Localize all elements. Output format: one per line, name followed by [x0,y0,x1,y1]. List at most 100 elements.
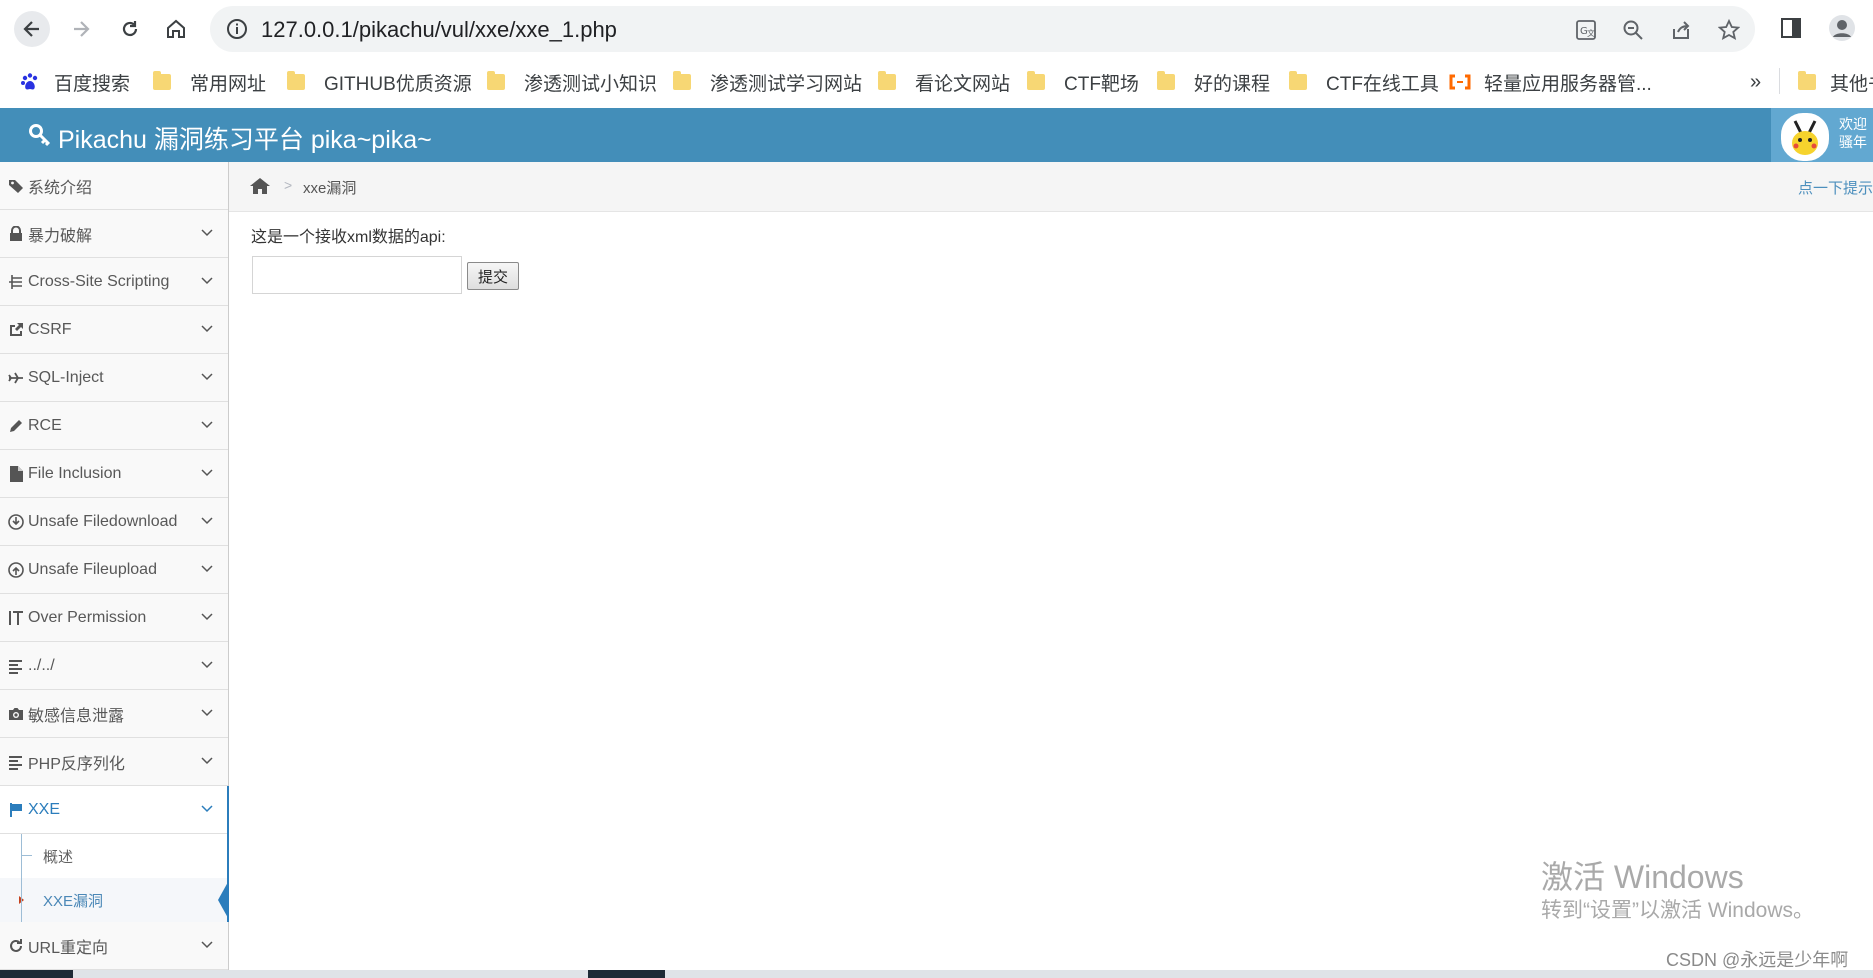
back-button[interactable] [14,11,50,47]
csdn-watermark: CSDN @永远是少年啊 [1666,950,1849,970]
chevron-down-icon [201,757,213,765]
bookmarks-bar: 百度搜索 常用网址 GITHUB优质资源 渗透测试小知识 渗透测试学习网站 看论… [0,58,1873,109]
sidebar-item-php-unserialize[interactable]: PHP反序列化 [0,738,228,786]
sidebar: 系统介绍 暴力破解 Cross-Site Scripting CSRF SQL-… [0,162,229,978]
forward-button[interactable] [63,11,99,47]
sidebar-item-label: 敏感信息泄露 [28,707,125,725]
bookmarks-overflow-button[interactable]: » [1750,68,1761,96]
info-icon[interactable] [226,18,248,40]
sidebar-item-rce[interactable]: RCE [0,402,228,450]
camera-icon [8,706,24,722]
side-panel-icon[interactable] [1779,16,1803,40]
home-button[interactable] [158,11,194,47]
sidebar-item-sql-inject[interactable]: SQL-Inject [0,354,228,402]
sidebar-item-label: Cross-Site Scripting [28,272,170,290]
sidebar-item-label: XXE [28,800,61,818]
breadcrumb-separator: > [284,177,293,193]
translate-icon[interactable]: G文 [1575,19,1597,41]
tree-line [21,834,22,922]
sidebar-item-unsafe-fileupload[interactable]: Unsafe Fileupload [0,546,228,594]
sidebar-subitem-overview[interactable]: 概述 [0,834,228,879]
taskbar-item[interactable] [73,970,588,978]
share-square-icon [8,322,24,338]
other-bookmarks[interactable]: 其他书 [1798,68,1873,96]
reload-icon [122,21,138,37]
download-icon [8,513,24,530]
profile-avatar-icon[interactable] [1828,14,1856,42]
sidebar-item-label: 系统介绍 [28,179,93,197]
chevron-down-icon [201,709,213,717]
bookmark-divider [1779,68,1780,94]
sidebar-item-file-inclusion[interactable]: File Inclusion [0,450,228,498]
sidebar-item-label: 暴力破解 [28,227,93,245]
sidebar-item-label: Over Permission [28,608,147,626]
arrow-right-icon [74,21,90,37]
home-icon[interactable] [249,177,271,195]
sidebar-subitem-xxe-vuln[interactable]: XXE漏洞 [0,878,228,923]
chevron-down-icon [201,613,213,621]
bookmark-folder[interactable]: 好的课程 [1157,68,1270,96]
sidebar-item-info-leak[interactable]: 敏感信息泄露 [0,690,228,738]
lock-icon [8,225,24,242]
bookmark-label: 常用网址 [190,73,267,95]
text-height-icon [8,610,24,626]
home-icon [167,19,185,38]
sidebar-item-label: File Inclusion [28,464,122,482]
app-title[interactable]: Pikachu 漏洞练习平台 pika~pika~ [58,120,432,156]
align-left-icon [8,754,24,770]
sidebar-item-url-redirect[interactable]: URL重定向 [0,922,228,970]
bookmark-folder[interactable]: 常用网址 [153,68,266,96]
folder-icon [1157,71,1175,90]
bookmark-baidu[interactable]: 百度搜索 [20,68,130,96]
bookmark-folder[interactable]: CTF在线工具 [1289,68,1439,96]
bookmark-star-icon[interactable] [1718,19,1740,41]
sidebar-item-xxe[interactable]: XXE [0,786,228,834]
chevron-down-icon [201,805,213,813]
pencil-icon [8,418,24,434]
bookmark-aliyun[interactable]: 轻量应用服务器管... [1448,68,1652,96]
tags-icon [8,178,24,194]
api-description: 这是一个接收xml数据的api: [251,229,446,246]
arrow-left-icon [23,21,39,37]
sidebar-item-label: CSRF [28,320,72,338]
sidebar-item-xss[interactable]: Cross-Site Scripting [0,258,228,306]
sidebar-item-label: RCE [28,416,62,434]
sidebar-item-label: Unsafe Filedownload [28,512,178,530]
bookmark-folder[interactable]: 渗透测试学习网站 [673,68,862,96]
sidebar-item-dir-traversal[interactable]: ../../ [0,642,228,690]
chevron-down-icon [201,517,213,525]
sidebar-item-intro[interactable]: 系统介绍 [0,162,228,210]
breadcrumb-current: xxe漏洞 [303,180,357,197]
sidebar-subitem-label: 概述 [43,848,74,866]
breadcrumb: > xxe漏洞 点一下提示 [229,162,1873,212]
xml-input[interactable] [252,256,462,294]
sidebar-item-label: SQL-Inject [28,368,104,386]
hint-link[interactable]: 点一下提示 [1798,177,1873,198]
share-icon[interactable] [1670,19,1692,41]
bookmark-folder[interactable]: 渗透测试小知识 [487,68,657,96]
folder-icon [287,71,305,90]
url-text[interactable]: 127.0.0.1/pikachu/vul/xxe/xxe_1.php [261,17,617,43]
sidebar-item-over-permission[interactable]: Over Permission [0,594,228,642]
bookmark-folder[interactable]: 看论文网站 [878,68,1010,96]
sidebar-item-brute-force[interactable]: 暴力破解 [0,210,228,258]
user-menu[interactable]: 欢迎 骚年 [1771,108,1873,162]
username: 骚年 [1839,134,1867,150]
sidebar-item-unsafe-filedownload[interactable]: Unsafe Filedownload [0,498,228,546]
align-left-icon [8,658,24,674]
reload-button[interactable] [112,11,148,47]
bookmark-folder[interactable]: CTF靶场 [1027,68,1139,96]
taskbar-item[interactable] [665,970,1873,978]
sitemap-icon [8,274,24,290]
folder-icon [487,71,505,90]
sidebar-item-label: Unsafe Fileupload [28,560,157,578]
caret-right-icon [19,896,24,904]
bookmark-folder[interactable]: GITHUB优质资源 [287,68,472,96]
submit-button[interactable]: 提交 [467,262,519,290]
address-bar[interactable]: 127.0.0.1/pikachu/vul/xxe/xxe_1.php G文 [210,6,1755,52]
folder-icon [673,71,691,90]
chevron-down-icon [201,277,213,285]
refresh-icon [8,938,24,954]
zoom-icon[interactable] [1622,19,1644,41]
sidebar-item-csrf[interactable]: CSRF [0,306,228,354]
